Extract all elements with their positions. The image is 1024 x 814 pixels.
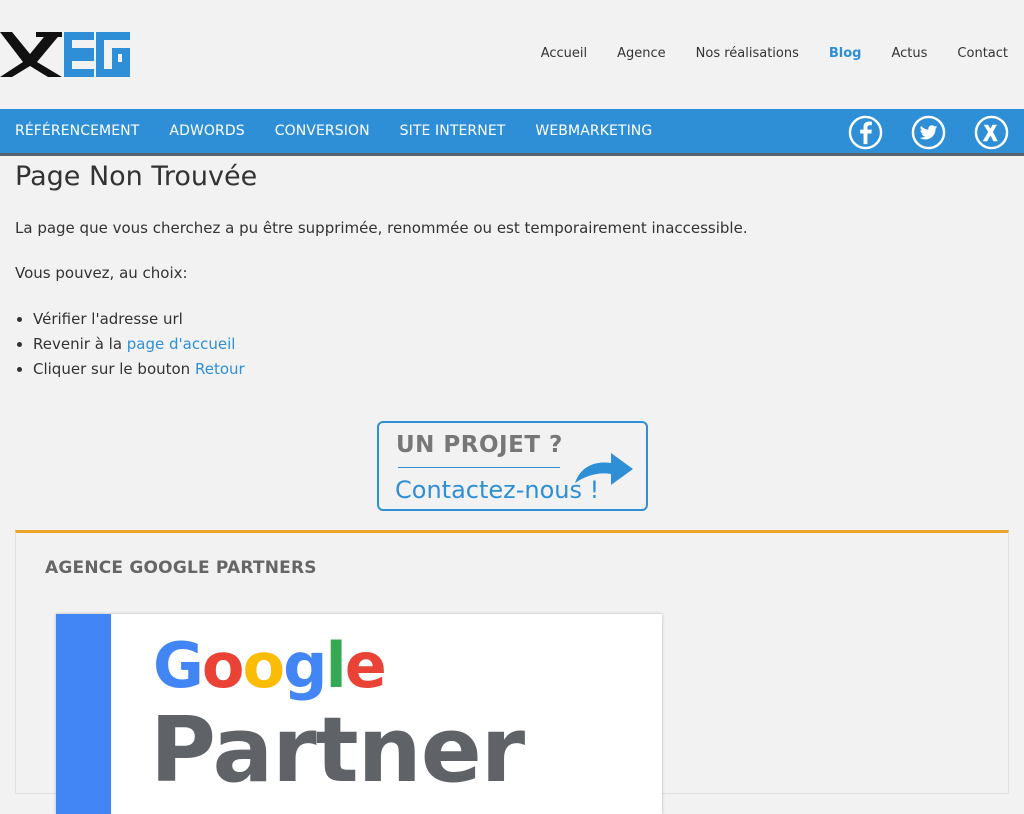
- facebook-icon[interactable]: [848, 115, 883, 150]
- nav-realisations[interactable]: Nos réalisations: [696, 46, 799, 62]
- choice-text: Revenir à la: [33, 335, 127, 353]
- arrow-right-icon: [575, 453, 633, 485]
- cta-divider: [398, 467, 560, 468]
- badge-stripe: [56, 614, 111, 814]
- choice-text: Cliquer sur le bouton: [33, 360, 195, 378]
- back-link[interactable]: Retour: [195, 360, 245, 378]
- main-content: Page Non Trouvée La page que vous cherch…: [15, 156, 1009, 511]
- xing-icon[interactable]: [974, 115, 1009, 150]
- category-bar: RÉFÉRENCEMENT ADWORDS CONVERSION SITE IN…: [0, 109, 1024, 156]
- nav-agence[interactable]: Agence: [617, 46, 666, 62]
- home-link[interactable]: page d'accueil: [127, 335, 236, 353]
- google-logo: Google: [153, 629, 387, 702]
- google-partner-badge: Google Partner: [56, 614, 662, 814]
- cat-site-internet[interactable]: SITE INTERNET: [400, 123, 506, 139]
- nav-accueil[interactable]: Accueil: [541, 46, 587, 62]
- site-header: Accueil Agence Nos réalisations Blog Act…: [0, 0, 1024, 109]
- partner-word: Partner: [150, 698, 525, 803]
- twitter-icon[interactable]: [911, 115, 946, 150]
- nav-actus[interactable]: Actus: [892, 46, 928, 62]
- site-logo[interactable]: [0, 32, 130, 77]
- cta-title: UN PROJET ?: [396, 432, 563, 458]
- choice-text: Vérifier l'adresse url: [33, 310, 183, 328]
- list-item: Cliquer sur le bouton Retour: [33, 357, 245, 382]
- cta-subtitle: Contactez-nous !: [395, 476, 600, 504]
- page-title: Page Non Trouvée: [15, 161, 258, 192]
- social-links: [848, 115, 1009, 150]
- google-partner-section: AGENCE GOOGLE PARTNERS Google Partner: [15, 530, 1009, 814]
- cat-referencement[interactable]: RÉFÉRENCEMENT: [15, 123, 139, 139]
- nav-contact[interactable]: Contact: [957, 46, 1008, 62]
- choices-list: Vérifier l'adresse url Revenir à la page…: [15, 307, 245, 382]
- choices-lead: Vous pouvez, au choix:: [15, 264, 188, 282]
- intro-text: La page que vous cherchez a pu être supp…: [15, 219, 748, 237]
- list-item: Revenir à la page d'accueil: [33, 332, 245, 357]
- category-nav: RÉFÉRENCEMENT ADWORDS CONVERSION SITE IN…: [15, 109, 682, 153]
- cat-webmarketing[interactable]: WEBMARKETING: [535, 123, 652, 139]
- main-nav: Accueil Agence Nos réalisations Blog Act…: [511, 46, 1008, 62]
- list-item: Vérifier l'adresse url: [33, 307, 245, 332]
- cat-conversion[interactable]: CONVERSION: [275, 123, 370, 139]
- contact-cta-button[interactable]: UN PROJET ? Contactez-nous !: [377, 421, 648, 511]
- partner-heading: AGENCE GOOGLE PARTNERS: [45, 558, 317, 578]
- cat-adwords[interactable]: ADWORDS: [169, 123, 244, 139]
- nav-blog[interactable]: Blog: [829, 46, 862, 62]
